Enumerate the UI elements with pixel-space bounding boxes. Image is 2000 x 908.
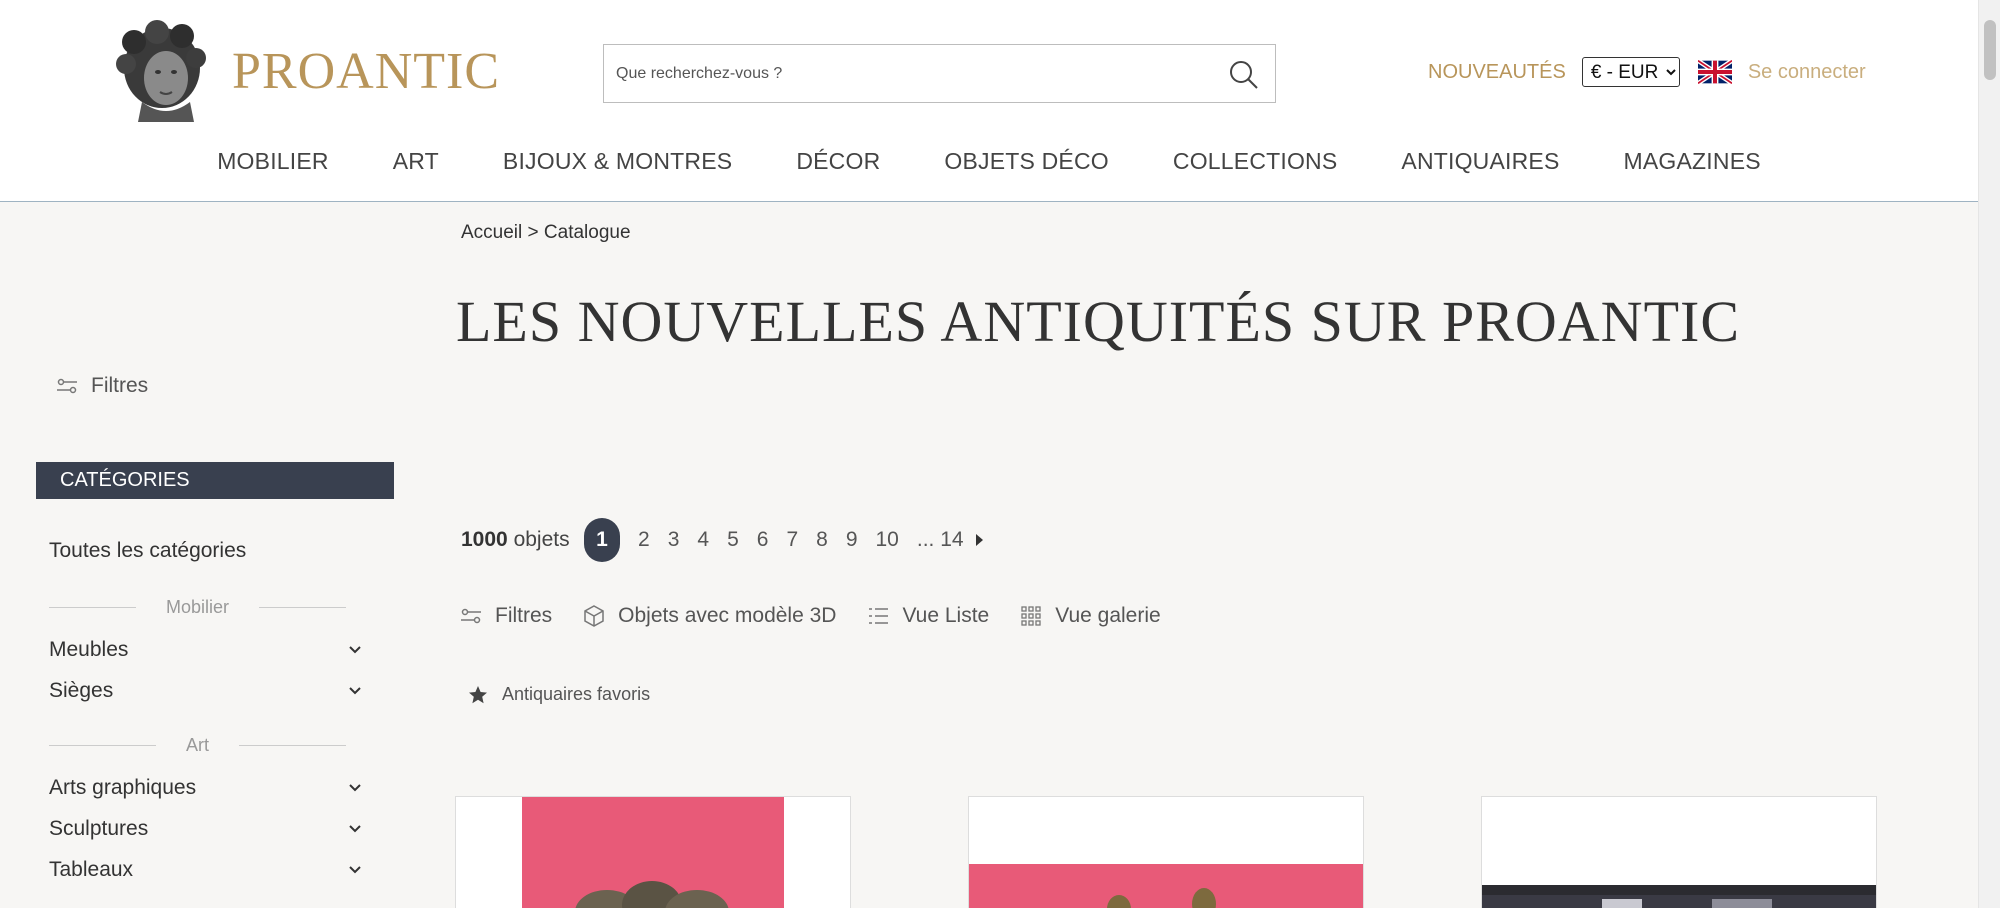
- page-scrollbar[interactable]: [1978, 0, 2000, 908]
- chevron-down-icon[interactable]: [348, 645, 362, 655]
- category-label: Sculptures: [49, 817, 149, 840]
- login-link[interactable]: Se connecter: [1748, 61, 1866, 84]
- nav-item-magazines[interactable]: MAGAZINES: [1624, 148, 1761, 175]
- main-nav: MOBILIER ART BIJOUX & MONTRES DÉCOR OBJE…: [0, 148, 1978, 175]
- page-link[interactable]: 8: [816, 528, 828, 552]
- categories-header: CATÉGORIES: [36, 462, 394, 499]
- results-count-suffix: objets: [513, 528, 570, 551]
- category-label: Meubles: [49, 638, 129, 661]
- star-icon: [469, 685, 487, 703]
- scrollbar-thumb[interactable]: [1984, 20, 1996, 80]
- breadcrumb-home[interactable]: Accueil: [461, 222, 522, 243]
- nav-item-decor[interactable]: DÉCOR: [796, 148, 880, 175]
- product-image[interactable]: [969, 864, 1363, 908]
- page-link[interactable]: 10: [876, 528, 899, 552]
- nav-item-objets-deco[interactable]: OBJETS DÉCO: [944, 148, 1109, 175]
- nav-item-mobilier[interactable]: MOBILIER: [217, 148, 329, 175]
- list-icon: [869, 608, 889, 624]
- grid-icon: [1021, 606, 1041, 626]
- page-current[interactable]: 1: [584, 518, 620, 562]
- category-item-sculptures[interactable]: Sculptures: [49, 817, 362, 841]
- chevron-down-icon[interactable]: [348, 824, 362, 834]
- filter-icon: [57, 378, 77, 394]
- category-item-tableaux[interactable]: Tableaux: [49, 858, 362, 882]
- currency-select[interactable]: € - EUR: [1581, 57, 1680, 87]
- list-view-label: Vue Liste: [902, 604, 990, 627]
- product-card[interactable]: [1481, 796, 1877, 908]
- category-label: Arts graphiques: [49, 776, 197, 799]
- bronze-busts-image: [575, 881, 729, 908]
- breadcrumb: Accueil > Catalogue: [461, 222, 631, 244]
- product-card[interactable]: [968, 796, 1364, 908]
- uk-flag-icon[interactable]: [1697, 60, 1732, 84]
- page-link[interactable]: 2: [638, 528, 650, 552]
- category-item-sieges[interactable]: Sièges: [49, 679, 362, 703]
- logo[interactable]: PROANTIC: [112, 20, 500, 122]
- results-count: 1000 objets: [461, 528, 570, 552]
- product-image[interactable]: [522, 797, 784, 908]
- news-link[interactable]: NOUVEAUTÉS: [1428, 61, 1566, 84]
- list-view-button[interactable]: Vue Liste: [866, 604, 989, 628]
- brand-name: PROANTIC: [232, 42, 501, 100]
- bust-logo-icon: [112, 20, 210, 122]
- search-input[interactable]: [604, 45, 1204, 102]
- nav-item-art[interactable]: ART: [393, 148, 439, 175]
- nav-item-collections[interactable]: COLLECTIONS: [1173, 148, 1338, 175]
- pagination: 1 2 3 4 5 6 7 8 9 10 ... 14: [584, 518, 984, 562]
- favorite-dealers-toggle[interactable]: Antiquaires favoris: [468, 684, 650, 705]
- category-label: Sièges: [49, 679, 114, 702]
- page-link[interactable]: 5: [727, 528, 739, 552]
- nav-item-bijoux-montres[interactable]: BIJOUX & MONTRES: [503, 148, 732, 175]
- results-count-number: 1000: [461, 528, 508, 551]
- page-last-link[interactable]: ... 14: [917, 528, 964, 552]
- nav-item-antiquaires[interactable]: ANTIQUAIRES: [1401, 148, 1559, 175]
- breadcrumb-separator: >: [527, 222, 539, 243]
- gallery-view-button[interactable]: Vue galerie: [1019, 604, 1161, 628]
- filters-label: Filtres: [91, 374, 149, 397]
- group-label: Art: [186, 735, 210, 755]
- site-header: PROANTIC NOUVEAUTÉS € - EUR Se connecter…: [0, 0, 1978, 202]
- cube-3d-icon: [584, 605, 604, 627]
- search-icon[interactable]: [1227, 58, 1259, 90]
- chevron-down-icon[interactable]: [348, 686, 362, 696]
- model-3d-label: Objets avec modèle 3D: [618, 604, 837, 627]
- breadcrumb-current: Catalogue: [543, 222, 631, 243]
- search-box: [603, 44, 1276, 103]
- filter-icon: [461, 608, 481, 624]
- filters-label: Filtres: [495, 604, 553, 627]
- category-item-arts-graphiques[interactable]: Arts graphiques: [49, 776, 362, 800]
- page-link[interactable]: 7: [786, 528, 798, 552]
- interior-photo-image: [1482, 895, 1876, 908]
- page-link[interactable]: 9: [846, 528, 858, 552]
- product-image[interactable]: [1482, 885, 1876, 908]
- category-item-meubles[interactable]: Meubles: [49, 638, 362, 662]
- group-separator-art: Art: [49, 735, 347, 756]
- view-options: Filtres Objets avec modèle 3D Vue Liste …: [459, 604, 1191, 628]
- sidebar-filters-button[interactable]: Filtres: [55, 374, 148, 398]
- chevron-down-icon[interactable]: [348, 865, 362, 875]
- filters-button[interactable]: Filtres: [459, 604, 552, 628]
- page-title: LES NOUVELLES ANTIQUITÉS SUR PROANTIC: [456, 289, 1740, 354]
- page-link[interactable]: 3: [668, 528, 680, 552]
- page-link[interactable]: 4: [697, 528, 709, 552]
- chevron-down-icon[interactable]: [348, 783, 362, 793]
- gallery-view-label: Vue galerie: [1055, 604, 1161, 627]
- bronze-sculptures-image: [1107, 888, 1216, 908]
- page-link[interactable]: 6: [757, 528, 769, 552]
- category-label: Tableaux: [49, 858, 134, 881]
- header-actions: NOUVEAUTÉS € - EUR Se connecter: [1428, 56, 1866, 88]
- group-separator-mobilier: Mobilier: [49, 597, 346, 618]
- next-page-arrow-icon[interactable]: [974, 533, 984, 547]
- product-card[interactable]: [455, 796, 851, 908]
- model-3d-filter-button[interactable]: Objets avec modèle 3D: [582, 604, 836, 628]
- all-categories-link[interactable]: Toutes les catégories: [49, 539, 246, 563]
- favorites-label: Antiquaires favoris: [502, 684, 651, 704]
- group-label: Mobilier: [165, 597, 230, 617]
